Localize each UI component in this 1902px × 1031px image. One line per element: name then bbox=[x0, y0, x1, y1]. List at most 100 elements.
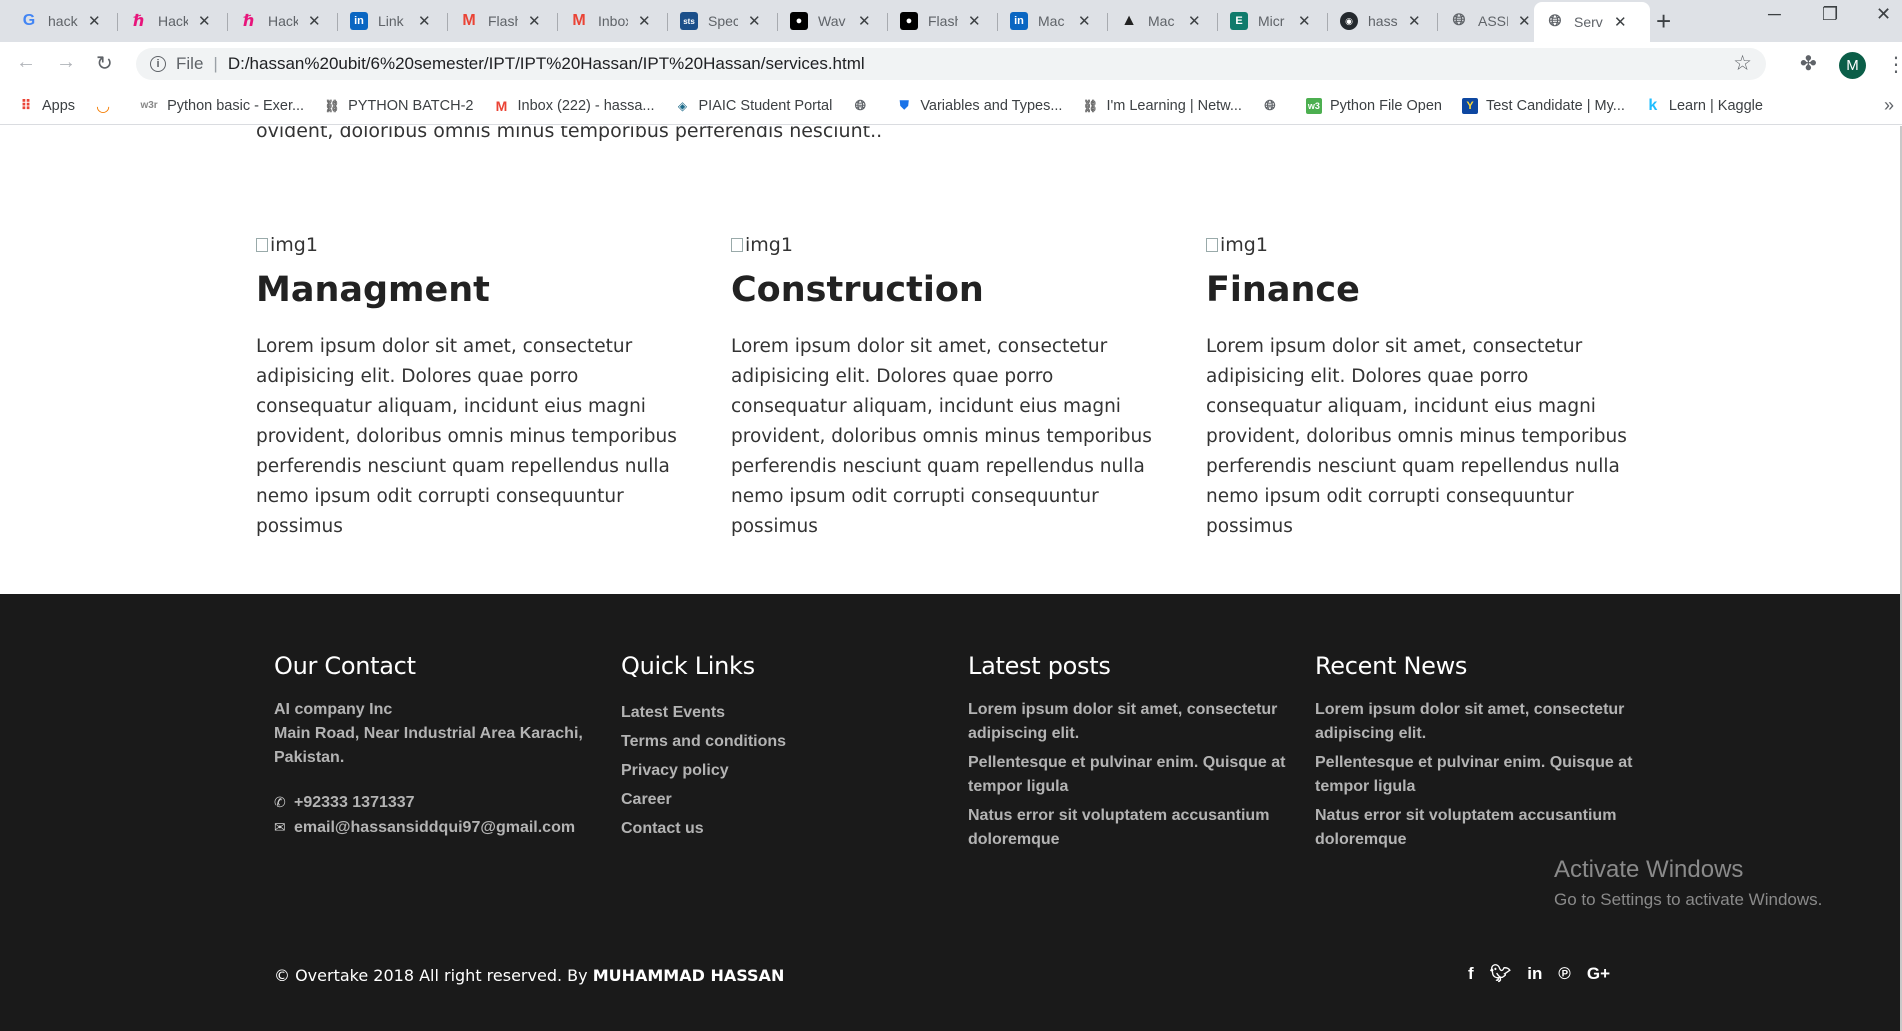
bookmark-piaic[interactable]: ◈ PIAIC Student Portal bbox=[675, 98, 832, 114]
restore-button[interactable]: ❐ bbox=[1822, 4, 1838, 25]
service-image-broken: img1 bbox=[256, 234, 696, 256]
footer-link-terms[interactable]: Terms and conditions bbox=[621, 727, 941, 756]
twitter-icon[interactable]: 🐦︎ bbox=[1490, 964, 1512, 984]
bookmark-star-icon[interactable]: ☆ bbox=[1733, 51, 1752, 76]
footer-link-contact[interactable]: Contact us bbox=[621, 814, 941, 843]
bookmark-netacad[interactable]: ⛓ I'm Learning | Netw... bbox=[1082, 98, 1242, 114]
extensions-puzzle-icon[interactable]: ✤ bbox=[1800, 51, 1817, 76]
pinterest-icon[interactable]: ℗ bbox=[1558, 964, 1571, 984]
close-tab-icon[interactable]: ✕ bbox=[1614, 13, 1627, 31]
news-link[interactable]: Pellentesque et pulvinar enim. Quisque a… bbox=[1315, 751, 1635, 799]
footer-link-career[interactable]: Career bbox=[621, 785, 941, 814]
close-tab-icon[interactable]: ✕ bbox=[88, 12, 101, 30]
tab-1[interactable]: ℏ Hack ✕ bbox=[118, 4, 228, 38]
service-title: Managment bbox=[256, 270, 490, 310]
tab-active-services[interactable]: 🌐︎ Serv ✕ bbox=[1534, 2, 1650, 42]
google-plus-icon[interactable]: G+ bbox=[1587, 964, 1610, 984]
service-card-management: img1 Managment Lorem ipsum dolor sit ame… bbox=[256, 234, 696, 542]
bookmarks-overflow-icon[interactable]: » bbox=[1884, 95, 1894, 116]
globe-icon: 🌐︎ bbox=[1264, 97, 1276, 113]
medium-favicon-icon: ● bbox=[790, 12, 808, 30]
tab-11[interactable]: E Micr ✕ bbox=[1218, 4, 1328, 38]
mountain-favicon-icon: ▲ bbox=[1121, 12, 1137, 29]
tab-8[interactable]: ● Flash ✕ bbox=[888, 4, 998, 38]
reload-button[interactable]: ↻ bbox=[96, 51, 113, 76]
footer-heading: Our Contact bbox=[274, 652, 416, 680]
close-tab-icon[interactable]: ✕ bbox=[1078, 12, 1091, 30]
bookmark-python-batch[interactable]: ⛓ PYTHON BATCH-2 bbox=[324, 98, 473, 114]
post-link[interactable]: Natus error sit voluptatem accusantium d… bbox=[968, 804, 1288, 852]
address-protocol: File bbox=[176, 54, 204, 73]
tab-9[interactable]: in Mac ✕ bbox=[998, 4, 1108, 38]
close-tab-icon[interactable]: ✕ bbox=[198, 12, 211, 30]
tab-12[interactable]: ◉ hass ✕ bbox=[1328, 4, 1438, 38]
tab-6[interactable]: sts Spec ✕ bbox=[668, 4, 778, 38]
menu-kebab-icon[interactable]: ⋮ bbox=[1886, 52, 1902, 77]
bookmark-loader[interactable]: ◡ bbox=[95, 97, 119, 115]
close-tab-icon[interactable]: ✕ bbox=[748, 12, 761, 30]
close-tab-icon[interactable]: ✕ bbox=[1188, 12, 1201, 30]
tab-7[interactable]: ● Wav ✕ bbox=[778, 4, 888, 38]
service-description: Lorem ipsum dolor sit amet, consectetur … bbox=[1206, 336, 1627, 537]
close-tab-icon[interactable]: ✕ bbox=[1298, 12, 1311, 30]
close-tab-icon[interactable]: ✕ bbox=[308, 12, 321, 30]
news-link[interactable]: Natus error sit voluptatem accusantium d… bbox=[1315, 804, 1635, 852]
post-link[interactable]: Pellentesque et pulvinar enim. Quisque a… bbox=[968, 751, 1288, 799]
close-tab-icon[interactable]: ✕ bbox=[638, 12, 651, 30]
facebook-icon[interactable]: f bbox=[1468, 964, 1474, 984]
close-tab-icon[interactable]: ✕ bbox=[968, 12, 981, 30]
close-tab-icon[interactable]: ✕ bbox=[1408, 12, 1421, 30]
footer-link-privacy[interactable]: Privacy policy bbox=[621, 756, 941, 785]
tab-4[interactable]: M Flash ✕ bbox=[448, 4, 558, 38]
candidate-icon: Y bbox=[1461, 97, 1478, 114]
bookmark-globe-2[interactable]: 🌐︎ bbox=[1262, 97, 1286, 114]
w3schools-icon: w3 bbox=[1305, 97, 1322, 114]
tab-2[interactable]: ℏ Hack ✕ bbox=[228, 4, 338, 38]
service-card-construction: img1 Construction Lorem ipsum dolor sit … bbox=[731, 234, 1171, 542]
hackerrank-favicon-icon: ℏ bbox=[133, 13, 145, 30]
group-icon: ⛓ bbox=[324, 98, 340, 113]
bookmark-kaggle[interactable]: k Learn | Kaggle bbox=[1645, 97, 1763, 114]
bookmark-apps[interactable]: ⠿ Apps bbox=[18, 97, 76, 114]
profile-avatar[interactable]: M bbox=[1839, 52, 1866, 79]
bookmark-python-file-open[interactable]: w3 Python File Open bbox=[1305, 97, 1442, 114]
bookmarks-bar: ⠿ Apps ◡ w3r Python basic - Exer... ⛓ PY… bbox=[0, 87, 1902, 125]
bookmark-globe-1[interactable]: 🌐︎ bbox=[852, 97, 876, 114]
site-info-icon[interactable]: i bbox=[150, 56, 166, 72]
service-title: Finance bbox=[1206, 270, 1360, 310]
back-button[interactable]: ← bbox=[16, 51, 36, 74]
close-tab-icon[interactable]: ✕ bbox=[418, 12, 431, 30]
close-tab-icon[interactable]: ✕ bbox=[858, 12, 871, 30]
close-tab-icon[interactable]: ✕ bbox=[1518, 12, 1531, 30]
close-window-button[interactable]: ✕ bbox=[1876, 4, 1891, 25]
close-tab-icon[interactable]: ✕ bbox=[528, 12, 541, 30]
intro-paragraph-tail: ovident, doloribus omnis minus temporibu… bbox=[256, 126, 883, 142]
microsoft-favicon-icon: E bbox=[1230, 12, 1248, 30]
address-url[interactable]: D:/hassan%20ubit/6%20semester/IPT/IPT%20… bbox=[228, 54, 865, 74]
linkedin-favicon-icon: in bbox=[1010, 12, 1028, 30]
service-description: Lorem ipsum dolor sit amet, consectetur … bbox=[731, 336, 1152, 537]
footer-link-latest-events[interactable]: Latest Events bbox=[621, 698, 941, 727]
bookmark-python-basic[interactable]: w3r Python basic - Exer... bbox=[139, 98, 304, 114]
tab-3[interactable]: in Link ✕ bbox=[338, 4, 448, 38]
new-tab-button[interactable]: + bbox=[1656, 6, 1671, 37]
bookmark-inbox[interactable]: M Inbox (222) - hassa... bbox=[494, 98, 655, 114]
post-link[interactable]: Lorem ipsum dolor sit amet, consectetur … bbox=[968, 698, 1288, 746]
hackerrank-favicon-icon: ℏ bbox=[243, 13, 255, 30]
broken-image-icon bbox=[1206, 238, 1218, 252]
tab-0[interactable]: G hack ✕ bbox=[8, 4, 118, 38]
address-bar[interactable]: i File | D:/hassan%20ubit/6%20semester/I… bbox=[136, 48, 1766, 80]
bookmark-test-candidate[interactable]: Y Test Candidate | My... bbox=[1461, 97, 1625, 114]
medium-favicon-icon: ● bbox=[900, 12, 918, 30]
minimize-button[interactable]: ─ bbox=[1768, 4, 1781, 25]
loader-icon: ◡ bbox=[96, 97, 110, 115]
news-link[interactable]: Lorem ipsum dolor sit amet, consectetur … bbox=[1315, 698, 1635, 746]
contact-email[interactable]: ✉ email@hassansiddqui97@gmail.com bbox=[274, 815, 594, 840]
bookmark-variables[interactable]: ⛊ Variables and Types... bbox=[896, 98, 1063, 114]
tab-13[interactable]: 🌐︎ ASSI ✕ bbox=[1438, 4, 1548, 38]
linkedin-icon[interactable]: in bbox=[1527, 964, 1542, 984]
contact-phone[interactable]: ✆ +92333 1371337 bbox=[274, 790, 594, 815]
tab-10[interactable]: ▲ Mac ✕ bbox=[1108, 4, 1218, 38]
tab-5[interactable]: M Inbox ✕ bbox=[558, 4, 668, 38]
forward-button[interactable]: → bbox=[56, 51, 76, 74]
